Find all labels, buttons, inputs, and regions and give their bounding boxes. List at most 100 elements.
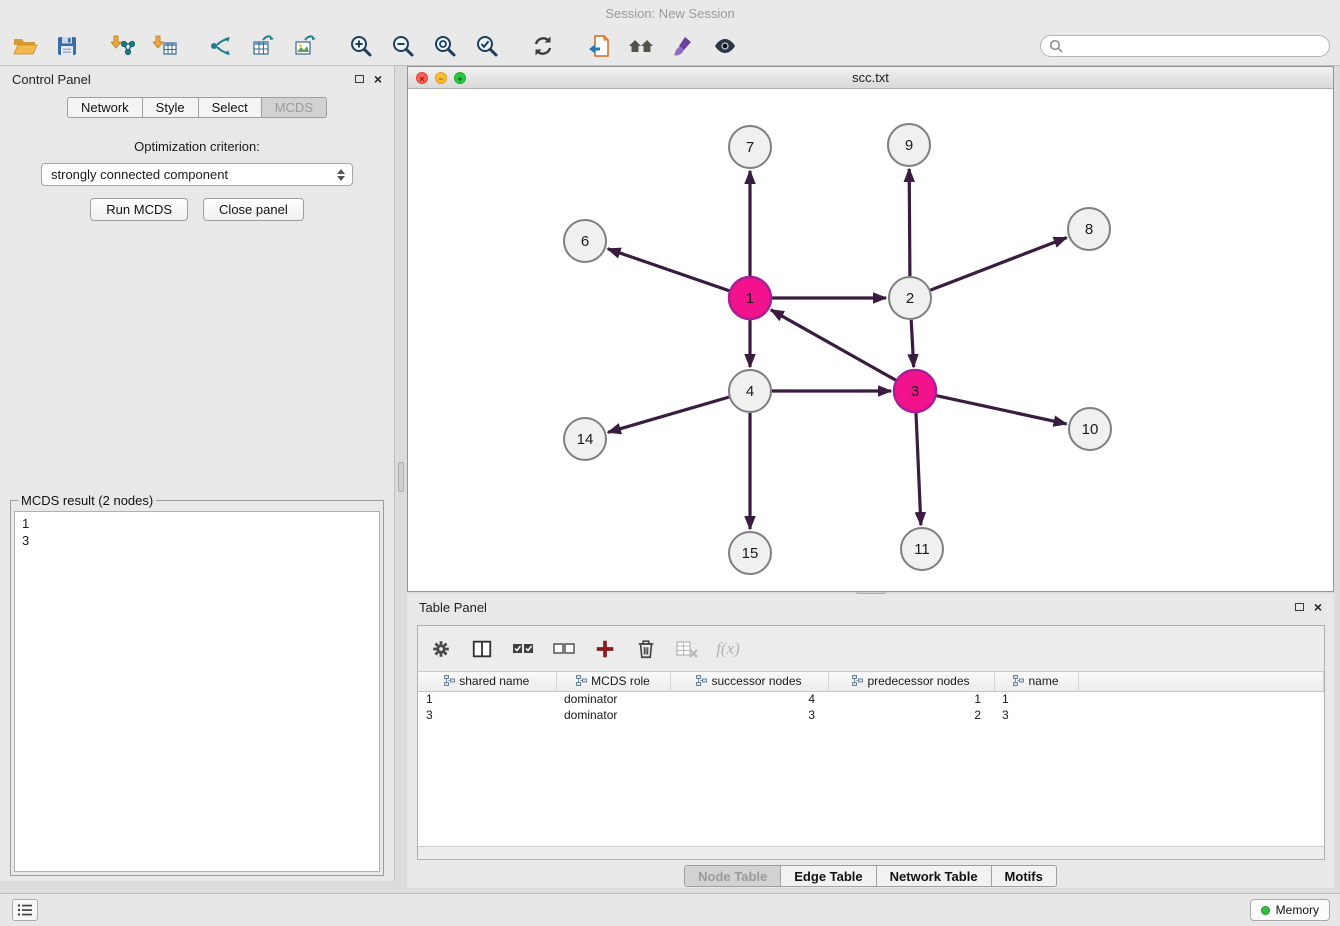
- graph-node-7[interactable]: 7: [729, 126, 771, 168]
- graph-node-14[interactable]: 14: [564, 418, 606, 460]
- graph-edge-3-10[interactable]: [937, 396, 1067, 424]
- delete-table-button[interactable]: [674, 636, 700, 662]
- memory-button[interactable]: Memory: [1250, 899, 1330, 921]
- export-network-button[interactable]: [584, 32, 614, 60]
- float-panel-icon[interactable]: [355, 75, 364, 83]
- table-tabs: Node TableEdge TableNetwork TableMotifs: [407, 865, 1334, 887]
- select-all-button[interactable]: [510, 636, 536, 662]
- network-window-titlebar[interactable]: × − + scc.txt: [408, 67, 1333, 89]
- graph-node-4[interactable]: 4: [729, 370, 771, 412]
- graph-edge-4-14[interactable]: [608, 397, 729, 432]
- graph-node-3[interactable]: 3: [894, 370, 936, 412]
- export-image-icon: [293, 34, 317, 58]
- column-header-label: successor nodes: [711, 674, 801, 688]
- table-row[interactable]: 1dominator411: [418, 691, 1324, 707]
- add-icon: [594, 638, 616, 660]
- table-cell[interactable]: 3: [670, 707, 828, 723]
- graph-node-11[interactable]: 11: [901, 528, 943, 570]
- tab-select[interactable]: Select: [198, 97, 262, 118]
- minimize-window-icon[interactable]: −: [435, 72, 447, 84]
- save-session-button[interactable]: [52, 32, 82, 60]
- table-cell[interactable]: 3: [994, 707, 1078, 723]
- network-from-selection-button[interactable]: [206, 32, 236, 60]
- open-session-button[interactable]: [10, 32, 40, 60]
- task-history-button[interactable]: [12, 899, 38, 921]
- zoom-window-icon[interactable]: +: [454, 72, 466, 84]
- column-header-successor-nodes[interactable]: successor nodes: [670, 672, 828, 691]
- graph-edge-3-11[interactable]: [916, 413, 921, 525]
- run-mcds-button[interactable]: Run MCDS: [90, 198, 188, 221]
- table-cell[interactable]: 1: [994, 691, 1078, 707]
- table-row[interactable]: 3dominator323: [418, 707, 1324, 723]
- graph-node-9[interactable]: 9: [888, 124, 930, 166]
- graph-edge-2-3[interactable]: [911, 320, 914, 367]
- tab-node-table[interactable]: Node Table: [684, 865, 781, 887]
- column-header-label: predecessor nodes: [867, 674, 969, 688]
- network-window: × − + scc.txt 7 9 6 8 1 2 4 3 14 10 15 11: [407, 66, 1334, 592]
- tab-motifs[interactable]: Motifs: [991, 865, 1057, 887]
- export-table-button[interactable]: [248, 32, 278, 60]
- tab-mcds[interactable]: MCDS: [261, 97, 327, 118]
- column-header-shared-name[interactable]: shared name: [418, 672, 556, 691]
- table-cell-filler: [1078, 707, 1324, 723]
- vertical-splitter[interactable]: [396, 66, 407, 881]
- delete-column-button[interactable]: [633, 636, 659, 662]
- network-window-title: scc.txt: [852, 70, 889, 85]
- import-table-button[interactable]: [150, 32, 180, 60]
- control-panel: Control Panel × NetworkStyleSelectMCDS O…: [0, 66, 395, 881]
- graph-edge-2-9[interactable]: [909, 169, 910, 276]
- table-cell[interactable]: 3: [418, 707, 556, 723]
- import-network-button[interactable]: [108, 32, 138, 60]
- zoom-out-button[interactable]: [388, 32, 418, 60]
- table-cell[interactable]: 4: [670, 691, 828, 707]
- search-input[interactable]: [1068, 39, 1321, 54]
- show-hide-button[interactable]: [710, 32, 740, 60]
- first-neighbors-button[interactable]: [626, 32, 656, 60]
- deselect-all-button[interactable]: [551, 636, 577, 662]
- zoom-selected-button[interactable]: [472, 32, 502, 60]
- graph-edge-1-6[interactable]: [608, 249, 730, 291]
- graph-edge-3-1[interactable]: [771, 310, 896, 380]
- tab-style[interactable]: Style: [142, 97, 199, 118]
- graph-node-10[interactable]: 10: [1069, 408, 1111, 450]
- zoom-fit-button[interactable]: [430, 32, 460, 60]
- graph-node-8[interactable]: 8: [1068, 208, 1110, 250]
- close-window-icon[interactable]: ×: [416, 72, 428, 84]
- table-cell[interactable]: 1: [828, 691, 994, 707]
- close-table-panel-icon[interactable]: ×: [1314, 600, 1322, 614]
- refresh-layout-button[interactable]: [528, 32, 558, 60]
- column-header-label: MCDS role: [591, 674, 650, 688]
- column-header-name[interactable]: name: [994, 672, 1078, 691]
- apply-style-button[interactable]: [668, 32, 698, 60]
- float-table-panel-icon[interactable]: [1295, 603, 1304, 611]
- add-column-button[interactable]: [592, 636, 618, 662]
- graph-node-1[interactable]: 1: [729, 277, 771, 319]
- graph-edge-2-8[interactable]: [931, 238, 1067, 291]
- mcds-result-text[interactable]: 1 3: [14, 511, 380, 872]
- column-header-mcds-role[interactable]: MCDS role: [556, 672, 670, 691]
- criterion-dropdown[interactable]: strongly connected component: [41, 163, 353, 186]
- function-builder-button[interactable]: f(x): [715, 636, 741, 662]
- zoom-in-button[interactable]: [346, 32, 376, 60]
- node-label: 9: [905, 137, 913, 154]
- tab-edge-table[interactable]: Edge Table: [780, 865, 876, 887]
- table-cell[interactable]: dominator: [556, 707, 670, 723]
- table-cell[interactable]: dominator: [556, 691, 670, 707]
- close-panel-icon[interactable]: ×: [374, 72, 382, 86]
- graph-node-6[interactable]: 6: [564, 220, 606, 262]
- tab-network-table[interactable]: Network Table: [876, 865, 992, 887]
- close-panel-button[interactable]: Close panel: [203, 198, 304, 221]
- table-horizontal-scrollbar[interactable]: [418, 846, 1324, 859]
- splitter-handle[interactable]: [398, 462, 404, 492]
- tab-network[interactable]: Network: [67, 97, 143, 118]
- show-columns-button[interactable]: [469, 636, 495, 662]
- table-cell[interactable]: 1: [418, 691, 556, 707]
- table-settings-button[interactable]: [428, 636, 454, 662]
- network-canvas[interactable]: 7 9 6 8 1 2 4 3 14 10 15 11: [408, 89, 1333, 591]
- export-image-button[interactable]: [290, 32, 320, 60]
- table-panel-header: Table Panel ×: [407, 594, 1334, 620]
- table-cell[interactable]: 2: [828, 707, 994, 723]
- graph-node-15[interactable]: 15: [729, 532, 771, 574]
- column-header-predecessor-nodes[interactable]: predecessor nodes: [828, 672, 994, 691]
- graph-node-2[interactable]: 2: [889, 277, 931, 319]
